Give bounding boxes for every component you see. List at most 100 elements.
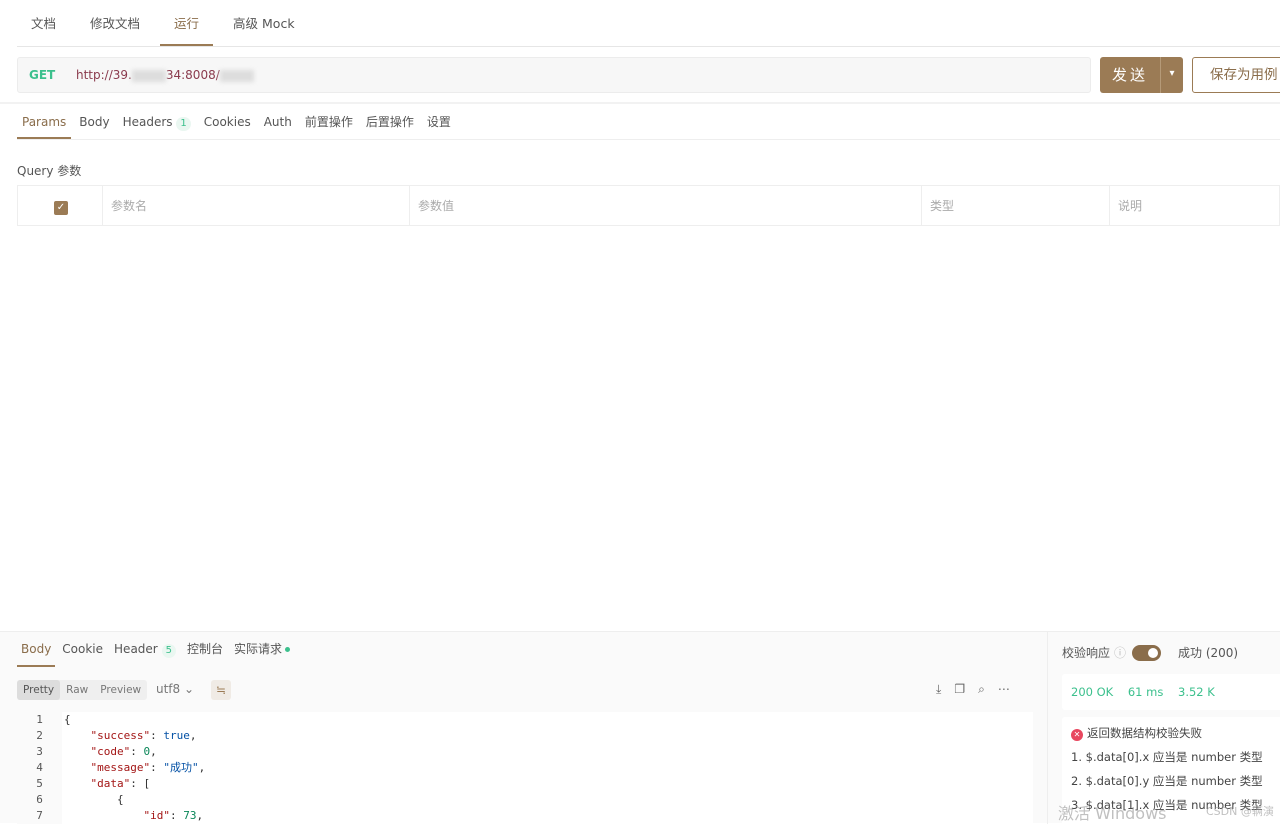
encoding-value: utf8 <box>156 682 181 696</box>
line-content: "data": [ <box>62 776 151 792</box>
encoding-select[interactable]: utf8 ⌄ <box>156 682 194 696</box>
line-content: { <box>62 792 124 808</box>
code-token: "成功" <box>163 761 199 774</box>
mode-pretty[interactable]: Pretty <box>17 680 61 700</box>
mode-raw[interactable]: Raw <box>60 680 94 700</box>
response-time: 61 ms <box>1127 685 1164 699</box>
response-tabs: Body Cookie Header 5 控制台 实际请求 <box>17 632 297 667</box>
params-table: ✓ 参数名 参数值 类型 说明 <box>17 185 1280 226</box>
code-line: 7 "id": 73, <box>17 808 1033 824</box>
tab-cookies[interactable]: Cookies <box>199 104 256 139</box>
line-number: 6 <box>17 792 62 808</box>
line-number: 4 <box>17 760 62 776</box>
response-code[interactable]: 1{2 "success": true, 3 "code": 0, 4 "messa… <box>17 712 1033 824</box>
col-name[interactable]: 参数名 <box>103 186 410 225</box>
code-token: "code" <box>90 745 131 758</box>
tab-edit-docs[interactable]: 修改文档 <box>76 0 154 46</box>
method-select[interactable]: GET <box>29 68 76 82</box>
send-label[interactable]: 发送 <box>1100 57 1161 93</box>
tab-resp-header[interactable]: Header 5 <box>110 632 180 667</box>
mode-preview[interactable]: Preview <box>94 680 147 700</box>
tab-body[interactable]: Body <box>74 104 114 139</box>
col-desc[interactable]: 说明 <box>1110 186 1279 225</box>
error-title: 返回数据结构校验失败 <box>1087 726 1202 740</box>
code-line: 3 "code": 0, <box>17 744 1033 760</box>
tab-resp-body[interactable]: Body <box>17 632 56 667</box>
code-token: : [ <box>130 777 151 790</box>
code-toolbar: ⤓ ❐ ⌕ ⋯ <box>936 682 1010 697</box>
code-token: , <box>189 729 197 742</box>
code-token: 73 <box>183 809 197 822</box>
error-icon: ✕ <box>1071 729 1083 741</box>
code-token: "success" <box>90 729 151 742</box>
tab-params[interactable]: Params <box>17 104 72 139</box>
tab-resp-cookie[interactable]: Cookie <box>58 632 107 667</box>
validate-result-select[interactable]: 成功 (200) <box>1178 644 1238 661</box>
code-line: 5 "data": [ <box>17 776 1033 792</box>
line-content: "success": true, <box>62 728 197 744</box>
tab-mock[interactable]: 高级 Mock <box>219 0 309 46</box>
line-content: "code": 0, <box>62 744 157 760</box>
line-number: 7 <box>17 808 62 824</box>
line-content: "message": "成功", <box>62 760 206 776</box>
col-value[interactable]: 参数值 <box>410 186 922 225</box>
help-icon[interactable]: ⓘ <box>1114 644 1126 661</box>
col-type[interactable]: 类型 <box>922 186 1110 225</box>
download-icon[interactable]: ⤓ <box>936 682 941 697</box>
code-token: , <box>150 745 157 758</box>
status-bar: 200 OK 61 ms 3.52 K <box>1062 674 1280 710</box>
line-number: 2 <box>17 728 62 744</box>
tab-pre-ops[interactable]: 前置操作 <box>300 104 358 139</box>
tab-settings[interactable]: 设置 <box>422 104 456 139</box>
tab-label: Headers <box>122 115 173 129</box>
code-token: "data" <box>90 777 131 790</box>
code-token: : <box>150 729 164 742</box>
tab-post-ops[interactable]: 后置操作 <box>361 104 419 139</box>
status-code: 200 OK <box>1071 685 1114 699</box>
error-item: 2. $.data[0].y 应当是 number 类型 <box>1071 774 1263 788</box>
tab-headers[interactable]: Headers 1 <box>118 104 196 139</box>
save-as-case-button[interactable]: 保存为用例 <box>1192 57 1280 93</box>
tab-docs[interactable]: 文档 <box>17 0 70 46</box>
windows-watermark: 激活 Windows <box>1058 804 1167 823</box>
code-token: true <box>163 729 190 742</box>
request-tabs: Params Body Headers 1 Cookies Auth 前置操作 … <box>17 104 1280 140</box>
top-tabs: 文档 修改文档 运行 高级 Mock <box>17 0 1280 47</box>
count-badge: 1 <box>176 117 191 131</box>
url-part: 34:8008/ <box>165 68 220 82</box>
response-panel: Body Cookie Header 5 控制台 实际请求 Pretty Raw… <box>0 631 1280 837</box>
chevron-down-icon[interactable]: ▾ <box>1161 57 1183 93</box>
count-badge: 5 <box>161 644 176 658</box>
tab-label: Header <box>114 642 158 656</box>
redacted <box>131 69 166 82</box>
tab-label: 实际请求 <box>233 642 282 656</box>
tab-console[interactable]: 控制台 <box>183 632 227 667</box>
code-token: "id" <box>143 809 170 822</box>
tab-run[interactable]: 运行 <box>160 0 214 46</box>
tab-auth[interactable]: Auth <box>259 104 297 139</box>
line-number: 1 <box>17 712 62 728</box>
wrap-lines-icon[interactable]: ≒ <box>211 680 231 700</box>
validation-panel: 校验响应 ⓘ 成功 (200) 200 OK 61 ms 3.52 K ✕ 返回数… <box>1047 632 1280 837</box>
url-input[interactable]: http://39. 34:8008/ <box>76 68 254 82</box>
more-icon[interactable]: ⋯ <box>998 682 1010 697</box>
copy-icon[interactable]: ❐ <box>954 682 965 697</box>
send-button[interactable]: 发送 ▾ <box>1100 57 1183 93</box>
code-token: : <box>130 745 144 758</box>
url-bar[interactable]: GET http://39. 34:8008/ <box>17 57 1091 93</box>
search-icon[interactable]: ⌕ <box>978 682 985 697</box>
code-token: , <box>196 809 204 822</box>
response-size: 3.52 K <box>1178 685 1215 699</box>
code-token: , <box>198 761 206 774</box>
code-line: 2 "success": true, <box>17 728 1033 744</box>
csdn-watermark: CSDN @辆演 <box>1206 805 1274 818</box>
validate-toggle[interactable] <box>1132 644 1162 661</box>
checkbox[interactable]: ✓ <box>54 201 68 215</box>
tab-actual-request[interactable]: 实际请求 <box>230 632 294 667</box>
redacted <box>219 69 254 82</box>
validate-row: 校验响应 ⓘ 成功 (200) <box>1062 644 1238 661</box>
